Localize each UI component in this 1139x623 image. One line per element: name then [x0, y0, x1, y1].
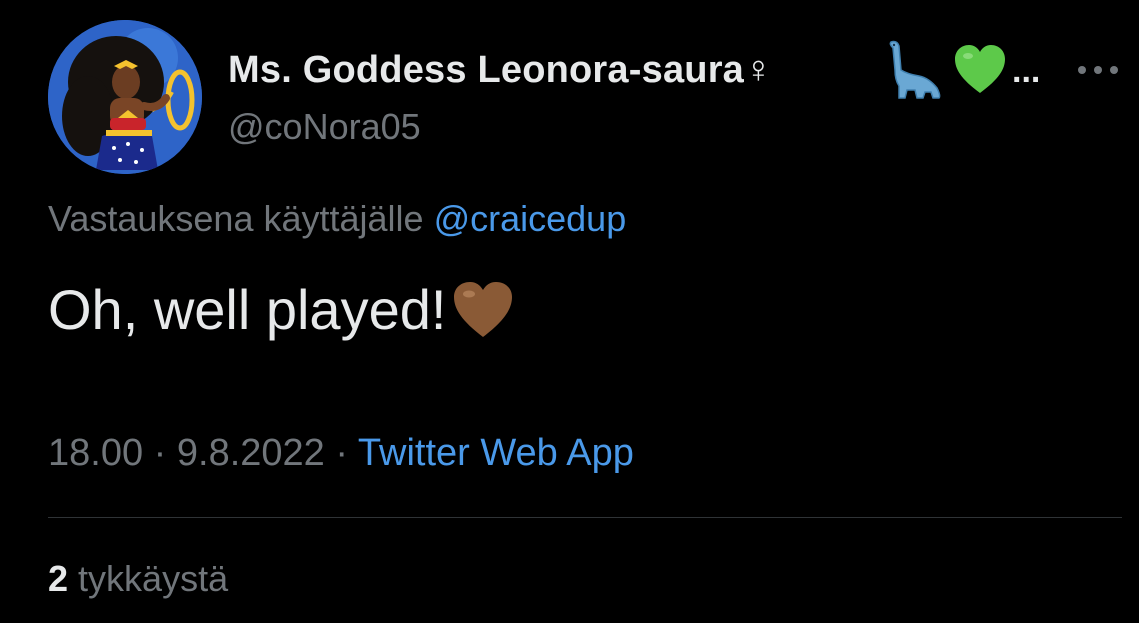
likes-summary[interactable]: 2 tykkäystä: [48, 558, 228, 600]
name-emojis: [885, 40, 1009, 100]
tweet-date[interactable]: 9.8.2022: [177, 432, 325, 474]
meta-separator: ·: [324, 432, 358, 474]
avatar-illustration: [48, 20, 202, 174]
reply-prefix: Vastauksena käyttäjälle: [48, 198, 424, 239]
brown-heart-icon: [454, 281, 513, 337]
tweet-source-link[interactable]: Twitter Web App: [358, 432, 634, 474]
tweet-text: Oh, well played!: [48, 277, 516, 342]
tweet-body: Oh, well played!: [48, 278, 447, 341]
name-truncation-ellipsis: ...: [1012, 52, 1041, 90]
more-options-button[interactable]: [1068, 52, 1128, 88]
dinosaur-icon: [889, 40, 941, 99]
reply-context: Vastauksena käyttäjälle @craicedup: [48, 198, 626, 240]
reply-mention-link[interactable]: @craicedup: [434, 198, 627, 239]
divider: [48, 517, 1122, 518]
avatar[interactable]: [48, 20, 202, 174]
likes-count: 2: [48, 558, 69, 599]
user-handle[interactable]: @coNora05: [228, 106, 421, 148]
meta-separator: ·: [143, 432, 177, 474]
more-dots-icon: [1078, 66, 1118, 74]
tweet-metadata: 18.00 · 9.8.2022 · Twitter Web App: [48, 432, 634, 475]
display-name[interactable]: Ms. Goddess Leonora-saura♀: [228, 49, 773, 92]
green-heart-icon: [955, 45, 1005, 93]
tweet-time[interactable]: 18.00: [48, 432, 143, 474]
likes-label: tykkäystä: [78, 558, 229, 599]
